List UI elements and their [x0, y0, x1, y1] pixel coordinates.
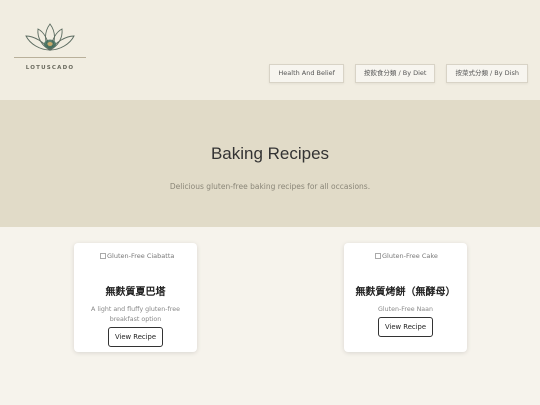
recipe-image: Gluten-Free Ciabatta [100, 252, 174, 260]
nav-health-and-belief[interactable]: Health And Belief [269, 64, 344, 83]
recipe-title: 無麩質烤餅（無酵母） [355, 287, 456, 298]
view-recipe-button[interactable]: View Recipe [378, 317, 433, 337]
lotus-icon [25, 23, 75, 51]
recipe-image-alt: Gluten-Free Ciabatta [107, 252, 175, 260]
view-recipe-button[interactable]: View Recipe [108, 327, 163, 347]
recipe-image: Gluten-Free Cake [375, 252, 438, 260]
nav-by-dish[interactable]: 按菜式分類 / By Dish [446, 64, 528, 83]
page-subtitle: Delicious gluten-free baking recipes for… [169, 182, 371, 191]
main-nav: Health And Belief 按飲食分類 / By Diet 按菜式分類 … [269, 64, 528, 83]
hero-banner: Baking Recipes Delicious gluten-free bak… [0, 100, 540, 227]
site-header: LOTUSCADO Health And Belief 按飲食分類 / By D… [0, 0, 540, 100]
recipe-description: Gluten-Free Naan [377, 306, 433, 313]
brand-logo[interactable]: LOTUSCADO [14, 20, 86, 76]
brand-name: LOTUSCADO [25, 65, 75, 71]
recipe-card: Gluten-Free Cake 無麩質烤餅（無酵母） Gluten-Free … [344, 243, 467, 352]
broken-image-icon [100, 253, 106, 259]
broken-image-icon [375, 253, 381, 259]
logo-divider [14, 57, 86, 58]
page-title: Baking Recipes [210, 144, 330, 163]
recipe-title: 無麩質夏巴塔 [105, 287, 166, 298]
recipe-description: A light and fluffy gluten-free breakfast… [91, 306, 180, 323]
recipe-image-alt: Gluten-Free Cake [382, 252, 438, 260]
nav-by-diet[interactable]: 按飲食分類 / By Diet [354, 64, 436, 83]
recipe-card: Gluten-Free Ciabatta 無麩質夏巴塔 A light and … [74, 243, 197, 352]
